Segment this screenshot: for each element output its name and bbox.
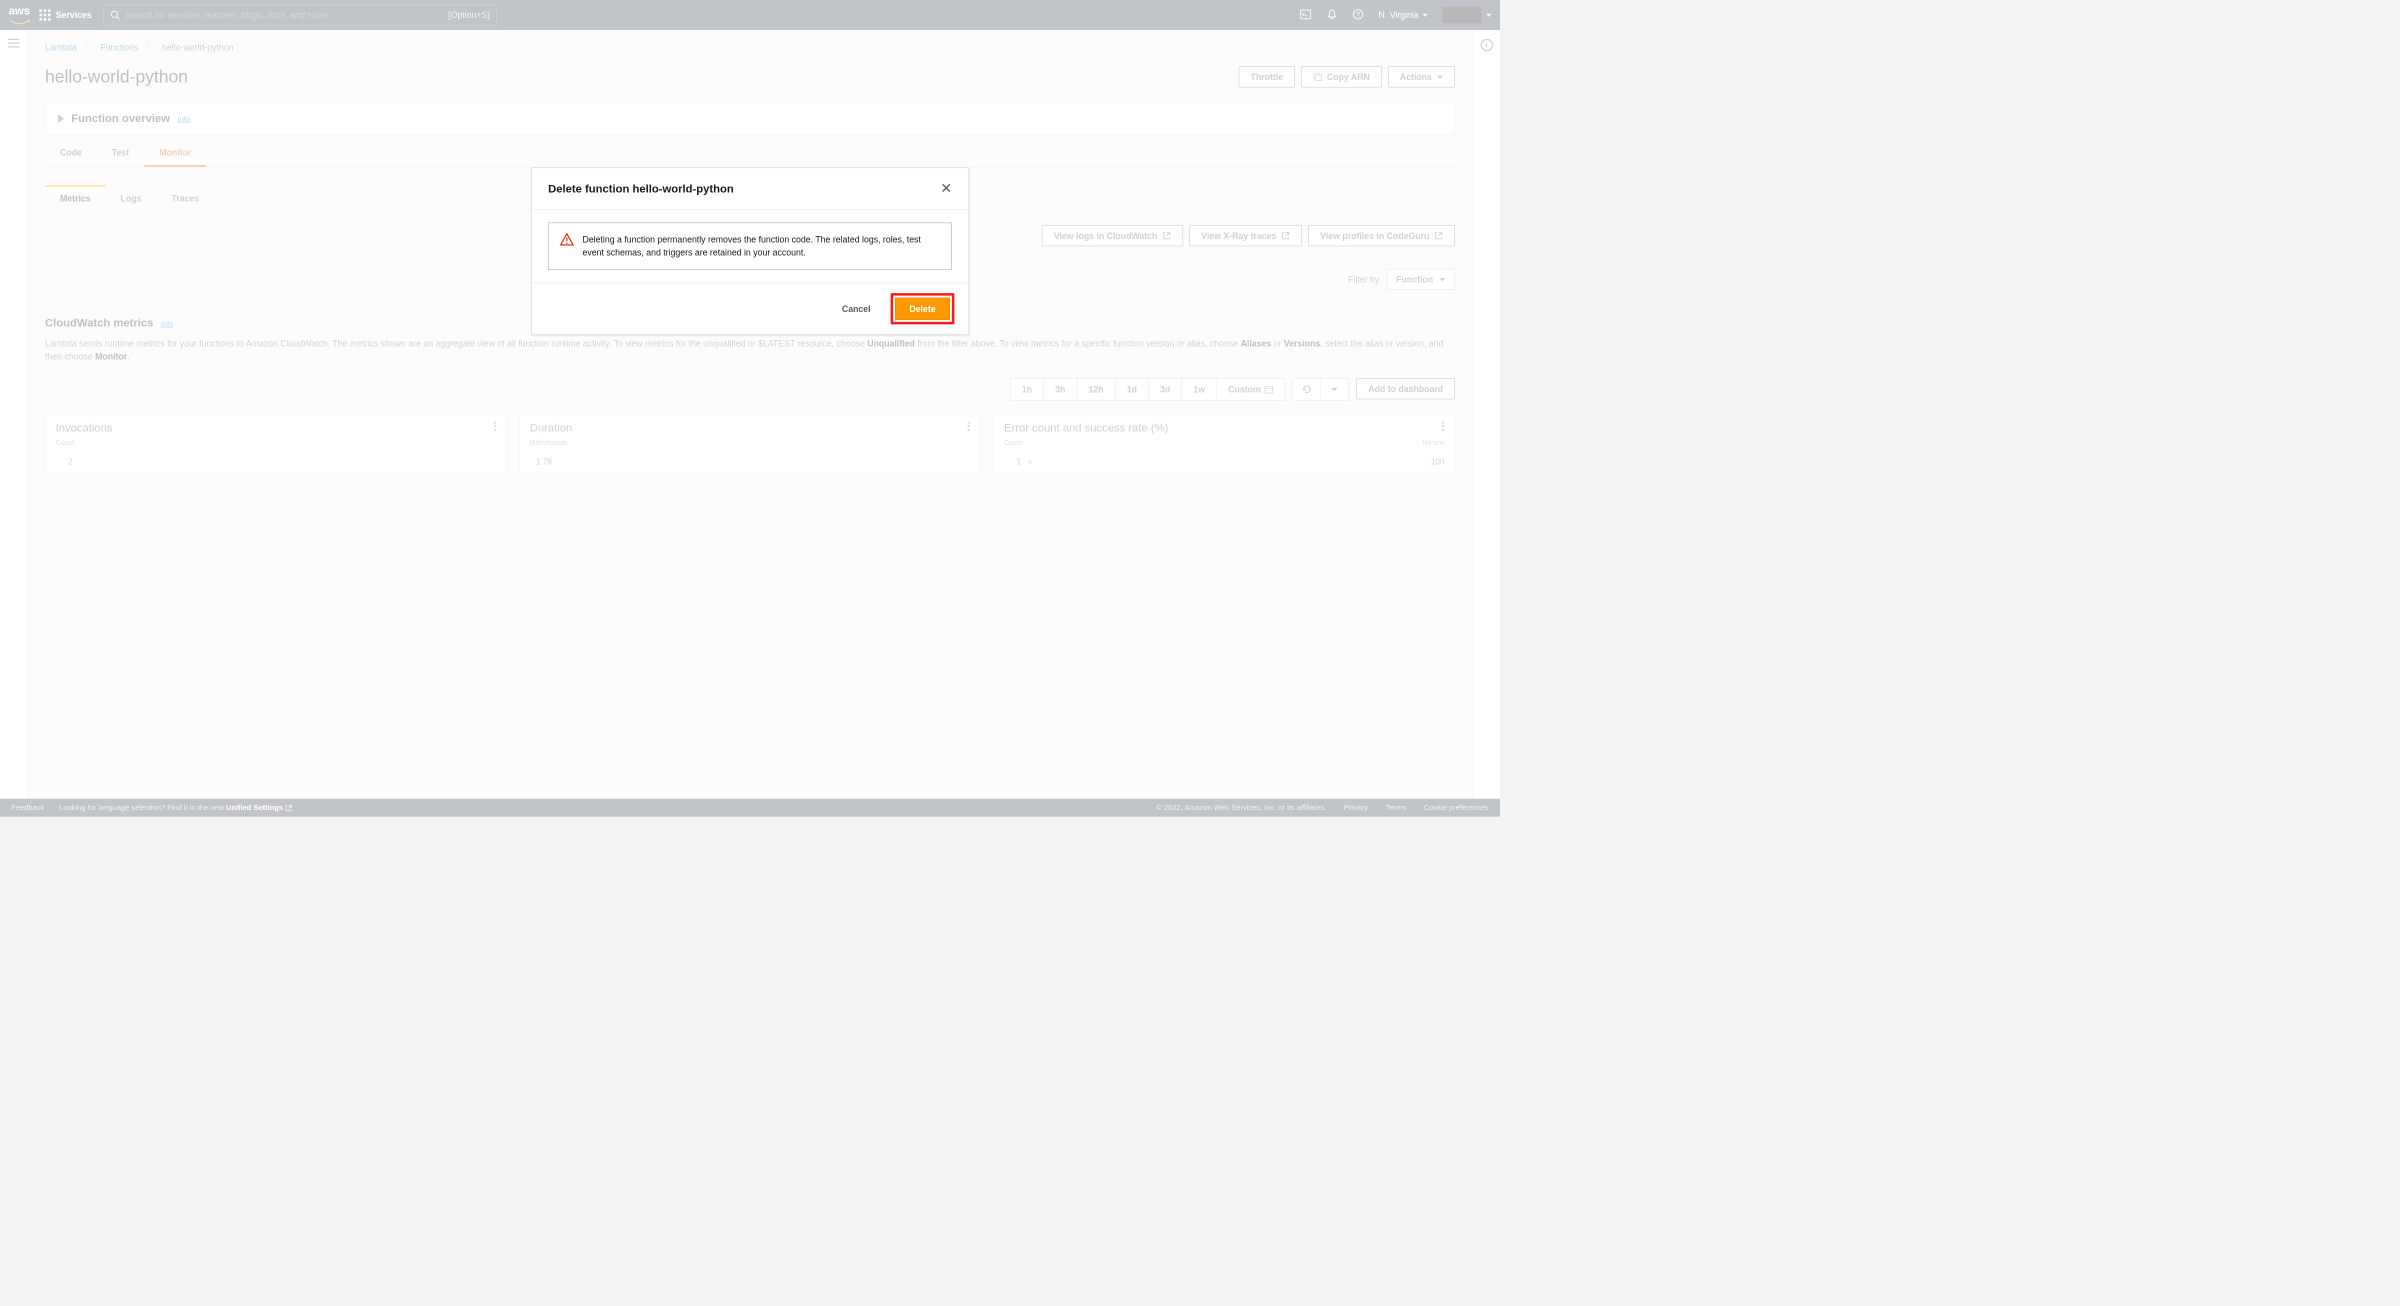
modal-overlay: Delete function hello-world-python ✕ Del… [0,0,1500,816]
close-button[interactable]: ✕ [940,182,952,196]
warning-icon [560,233,574,246]
modal-title: Delete function hello-world-python [548,182,734,195]
warning-alert: Deleting a function permanently removes … [548,223,952,271]
warning-text: Deleting a function permanently removes … [583,233,941,259]
delete-modal: Delete function hello-world-python ✕ Del… [531,168,969,336]
delete-button[interactable]: Delete [895,298,950,321]
delete-highlight: Delete [891,293,955,324]
cancel-button[interactable]: Cancel [832,299,881,319]
